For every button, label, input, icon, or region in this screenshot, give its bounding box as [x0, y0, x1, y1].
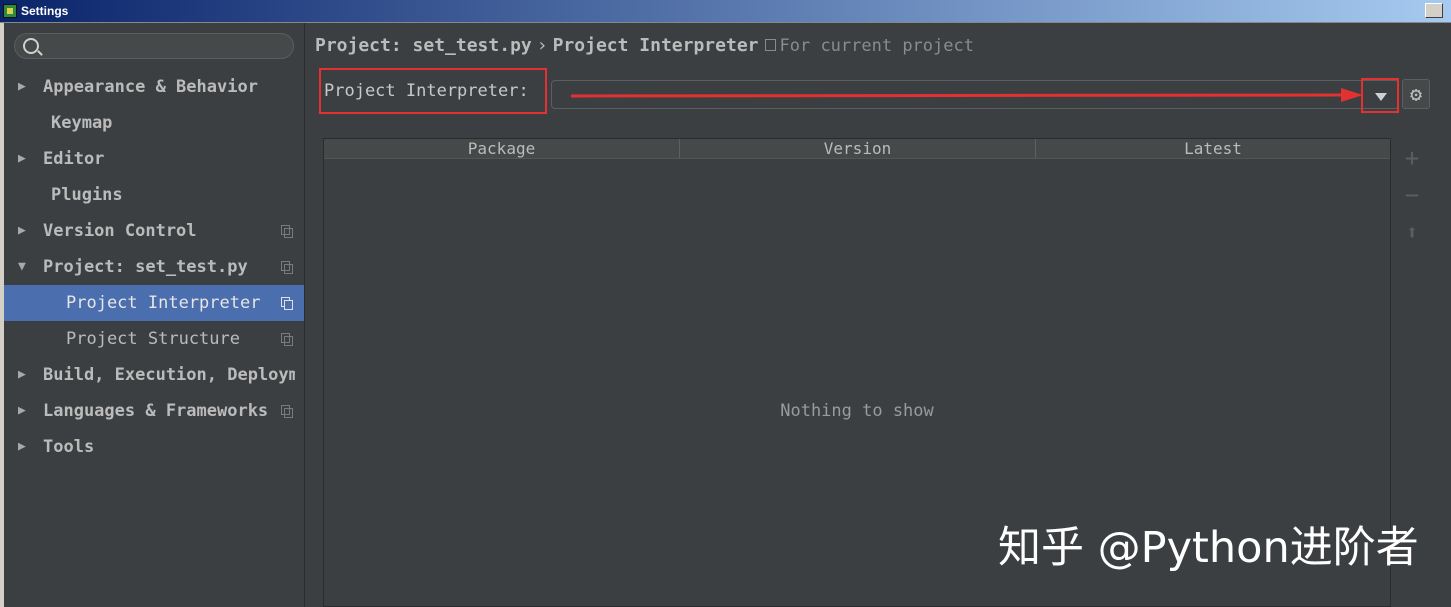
scope-note: For current project [779, 36, 974, 56]
search-box[interactable] [14, 33, 294, 59]
sidebar-item-label: Plugins [51, 185, 123, 205]
sidebar-item-label: Version Control [43, 221, 197, 241]
project-scope-icon [281, 333, 293, 346]
sidebar-item-version-control[interactable]: ▶ Version Control [4, 213, 304, 249]
title-bar: Settings [0, 0, 1451, 23]
project-scope-icon [281, 405, 293, 418]
app-icon [3, 4, 17, 18]
empty-table-message: Nothing to show [780, 401, 934, 421]
upgrade-package-button[interactable]: ⬆ [1400, 220, 1424, 244]
breadcrumb-page: Project Interpreter [552, 35, 759, 56]
column-header-latest[interactable]: Latest [1036, 139, 1390, 158]
sidebar-item-label: Tools [43, 437, 95, 457]
project-scope-icon [764, 39, 776, 51]
project-scope-icon [281, 225, 293, 238]
sidebar-item-editor[interactable]: ▶ Editor [4, 141, 304, 177]
sidebar-item-label: Languages & Frameworks [43, 401, 269, 421]
interpreter-dropdown-button[interactable] [1361, 78, 1399, 113]
expand-arrow-icon[interactable]: ▶ [18, 393, 26, 429]
sidebar-item-languages-frameworks[interactable]: ▶ Languages & Frameworks [4, 393, 304, 429]
watermark: 知乎 @Python进阶者 [998, 523, 1419, 573]
column-header-package[interactable]: Package [324, 139, 680, 158]
sidebar-item-label: Editor [43, 149, 105, 169]
project-scope-icon [281, 297, 293, 310]
search-input[interactable] [47, 37, 291, 57]
column-header-version[interactable]: Version [680, 139, 1036, 158]
project-interpreter-label: Project Interpreter: [319, 68, 547, 114]
table-header: Package Version Latest [324, 139, 1390, 159]
sidebar-item-keymap[interactable]: Keymap [4, 105, 304, 141]
expand-arrow-icon[interactable]: ▶ [18, 357, 26, 393]
sidebar-item-label: Project Interpreter [66, 293, 261, 313]
sidebar-item-label: Appearance & Behavior [43, 77, 258, 97]
sidebar-item-label: Project: set_test.py [43, 257, 248, 277]
sidebar-item-label: Build, Execution, Deployment [43, 365, 295, 385]
remove-package-button[interactable]: − [1400, 183, 1424, 207]
collapse-arrow-icon[interactable]: ▼ [18, 249, 26, 285]
breadcrumb-separator: › [536, 35, 548, 56]
sidebar-item-project-interpreter[interactable]: Project Interpreter [4, 285, 304, 321]
up-arrow-icon: ⬆ [1405, 220, 1419, 244]
sidebar-item-plugins[interactable]: Plugins [4, 177, 304, 213]
annotation-arrow [570, 88, 1363, 102]
gear-icon: ⚙ [1409, 82, 1423, 106]
sidebar-item-label: Keymap [51, 113, 113, 133]
sidebar-item-appearance-behavior[interactable]: ▶ Appearance & Behavior [4, 69, 304, 105]
project-scope-icon [281, 261, 293, 274]
window-title: Settings [21, 4, 69, 18]
breadcrumb-project: Project: set_test.py [315, 35, 532, 56]
sidebar-item-project-structure[interactable]: Project Structure [4, 321, 304, 357]
expand-arrow-icon[interactable]: ▶ [18, 429, 26, 465]
sidebar-item-label: Project Structure [66, 329, 240, 349]
expand-arrow-icon[interactable]: ▶ [18, 69, 26, 105]
breadcrumb: Project: set_test.py › Project Interpreter… [315, 35, 974, 56]
interpreter-settings-button[interactable]: ⚙ [1402, 79, 1430, 109]
minus-icon: − [1404, 181, 1420, 209]
window-close-button[interactable] [1425, 3, 1443, 18]
expand-arrow-icon[interactable]: ▶ [18, 213, 26, 249]
search-icon [23, 38, 39, 54]
sidebar-item-tools[interactable]: ▶ Tools [4, 429, 304, 465]
chevron-down-icon [1375, 93, 1387, 101]
add-package-button[interactable]: + [1400, 146, 1424, 170]
plus-icon: + [1404, 144, 1420, 172]
sidebar-item-project[interactable]: ▼ Project: set_test.py [4, 249, 304, 285]
expand-arrow-icon[interactable]: ▶ [18, 141, 26, 177]
sidebar-item-build-execution[interactable]: ▶ Build, Execution, Deployment [4, 357, 304, 393]
settings-sidebar: ▶ Appearance & Behavior Keymap ▶ Editor … [4, 23, 305, 607]
